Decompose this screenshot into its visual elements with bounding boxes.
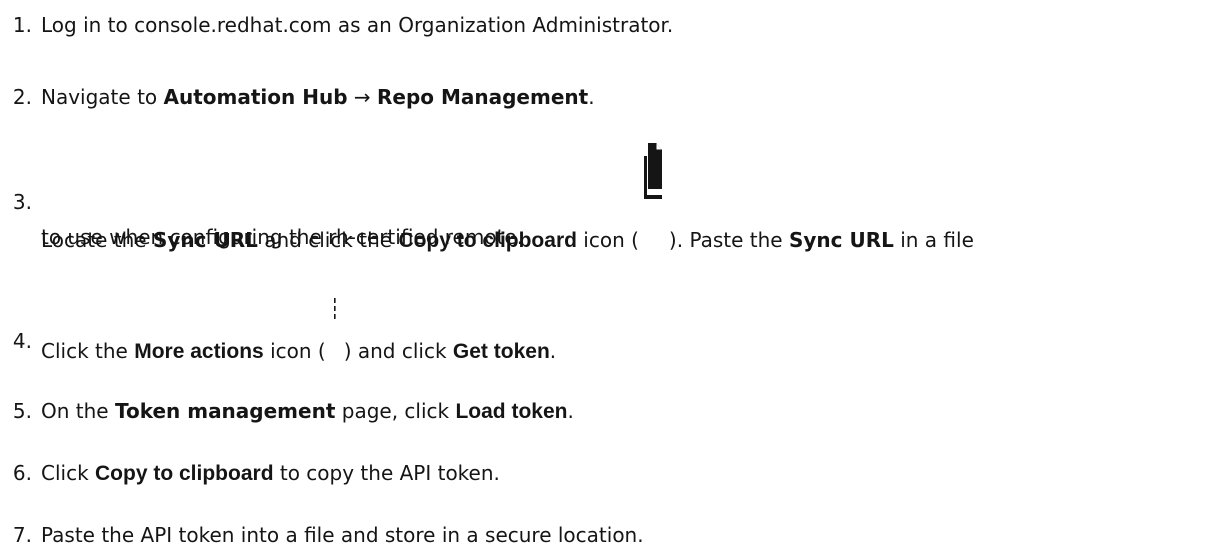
step-text-part: in a file	[893, 228, 974, 252]
button-label-copy-to-clipboard: Copy to clipboard	[95, 462, 274, 485]
step-text-part: to copy the API token.	[273, 461, 500, 485]
button-label-more-actions: More actions	[134, 340, 264, 363]
gui-label-repo-management: Repo Management	[377, 85, 589, 109]
step-text: Paste the API token into a file and stor…	[41, 523, 644, 547]
step-number: 1.	[12, 13, 32, 37]
step-text: Click the More actions icon ( ) and clic…	[41, 298, 557, 369]
step-text-part: On the	[41, 399, 115, 423]
step-text-part: .	[549, 339, 557, 363]
gui-label-sync-url: Sync URL	[788, 228, 894, 252]
more-actions-kebab-icon	[326, 298, 344, 358]
menu-arrow: →	[347, 85, 377, 109]
gui-label-automation-hub: Automation Hub	[163, 85, 348, 109]
step-text-part: ). Paste the	[668, 228, 789, 252]
step-number: 2.	[12, 85, 32, 109]
step-text-part: icon (	[576, 228, 639, 252]
step-text-part: .	[567, 399, 574, 423]
step-text: Click Copy to clipboard to copy the API …	[41, 456, 500, 491]
button-label-get-token: Get token	[452, 340, 550, 363]
button-label-load-token: Load token	[455, 400, 568, 423]
copy-to-clipboard-icon	[643, 143, 665, 247]
step-text-part: icon (	[263, 339, 326, 363]
step-number: 3.	[12, 190, 32, 214]
step-text-part: Click the	[41, 339, 135, 363]
step-text: On the Token management page, click Load…	[41, 394, 574, 429]
step-text-line: to use when configuring the rh-certified…	[41, 225, 524, 249]
step-text: Log in to console.redhat.com as an Organ…	[41, 13, 674, 37]
step-number: 7.	[12, 523, 32, 547]
step-text-part: .	[588, 85, 595, 109]
gui-label-token-management: Token management	[114, 399, 336, 423]
step-text-part: Navigate to	[41, 85, 164, 109]
step-text-part: ) and click	[343, 339, 453, 363]
step-text-part: Click	[41, 461, 96, 485]
step-number: 4.	[12, 329, 32, 353]
step-text-part: page, click	[335, 399, 456, 423]
step-number: 5.	[12, 399, 32, 423]
procedure-steps-list: 1. Log in to console.redhat.com as an Or…	[0, 0, 1217, 558]
step-number: 6.	[12, 461, 32, 485]
step-text: Navigate to Automation Hub → Repo Manage…	[41, 80, 595, 114]
